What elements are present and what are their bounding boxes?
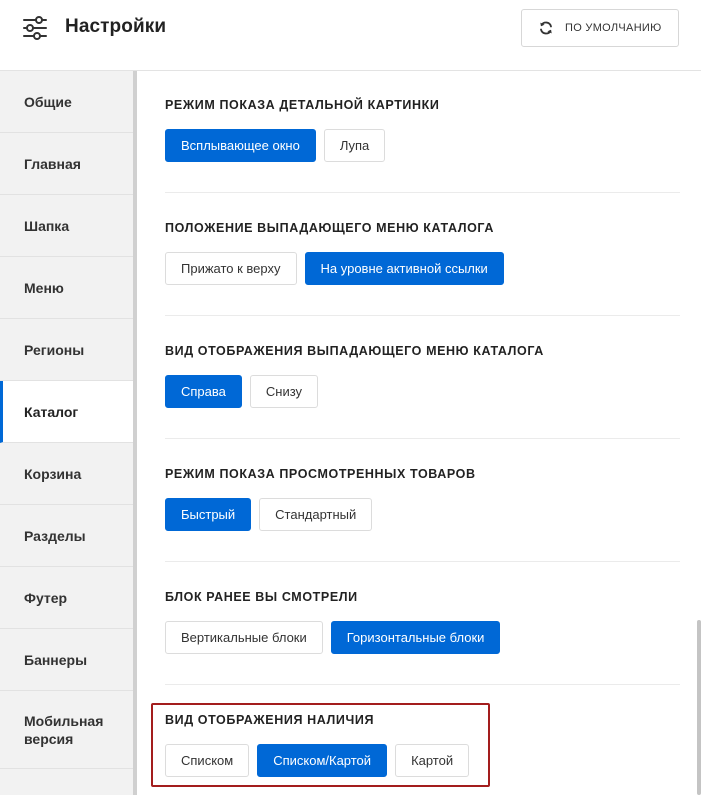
content-scrollbar[interactable] [697, 620, 701, 795]
sliders-icon [22, 15, 48, 41]
option-popup-window[interactable]: Всплывающее окно [165, 129, 316, 162]
setting-detail-image-mode: РЕЖИМ ПОКАЗА ДЕТАЛЬНОЙ КАРТИНКИ Всплываю… [165, 98, 680, 162]
option-magnifier[interactable]: Лупа [323, 129, 386, 162]
sidebar-item-label: Разделы [24, 527, 86, 544]
section-title: ВИД ОТОБРАЖЕНИЯ ВЫПАДАЮЩЕГО МЕНЮ КАТАЛОГ… [165, 344, 544, 358]
option-horizontal-blocks[interactable]: Горизонтальные блоки [330, 621, 501, 654]
settings-content: РЕЖИМ ПОКАЗА ДЕТАЛЬНОЙ КАРТИНКИ Всплываю… [137, 71, 701, 795]
divider [165, 684, 680, 685]
divider [165, 192, 680, 193]
sidebar-item-label: Футер [24, 589, 68, 606]
sidebar-item-label: Главная [24, 155, 81, 172]
sidebar-item-header[interactable]: Шапка [0, 195, 133, 257]
sidebar-item-label: Регионы [24, 341, 85, 358]
sidebar-item-cart[interactable]: Корзина [0, 443, 133, 505]
sidebar-item-banners[interactable]: Баннеры [0, 629, 133, 691]
sidebar-item-sections[interactable]: Разделы [0, 505, 133, 567]
section-title: РЕЖИМ ПОКАЗА ПРОСМОТРЕННЫХ ТОВАРОВ [165, 467, 476, 481]
sidebar-item-label: Меню [24, 279, 64, 296]
section-title: ПОЛОЖЕНИЕ ВЫПАДАЮЩЕГО МЕНЮ КАТАЛОГА [165, 221, 494, 235]
reset-defaults-button[interactable]: ПО УМОЛЧАНИЮ [521, 9, 679, 47]
setting-viewed-products-mode: РЕЖИМ ПОКАЗА ПРОСМОТРЕННЫХ ТОВАРОВ Быстр… [165, 467, 680, 531]
sidebar-item-regions[interactable]: Регионы [0, 319, 133, 381]
sidebar-item-footer[interactable]: Футер [0, 567, 133, 629]
page-title: Настройки [65, 16, 167, 37]
option-fast[interactable]: Быстрый [165, 498, 252, 531]
highlight-frame [151, 703, 490, 787]
sidebar-item-main[interactable]: Главная [0, 133, 133, 195]
sidebar-item-label: Общие [24, 93, 72, 110]
option-bottom[interactable]: Снизу [249, 375, 319, 408]
sidebar-item-catalog[interactable]: Каталог [0, 381, 133, 443]
section-title: РЕЖИМ ПОКАЗА ДЕТАЛЬНОЙ КАРТИНКИ [165, 98, 440, 112]
reset-defaults-label: ПО УМОЛЧАНИЮ [565, 22, 662, 34]
setting-dropdown-position: ПОЛОЖЕНИЕ ВЫПАДАЮЩЕГО МЕНЮ КАТАЛОГА Приж… [165, 221, 680, 285]
sidebar-item-mobile[interactable]: Мобильная версия [0, 691, 133, 769]
section-title: БЛОК РАНЕЕ ВЫ СМОТРЕЛИ [165, 590, 358, 604]
divider [165, 561, 680, 562]
sidebar-item-label: Каталог [24, 403, 79, 420]
setting-dropdown-view: ВИД ОТОБРАЖЕНИЯ ВЫПАДАЮЩЕГО МЕНЮ КАТАЛОГ… [165, 344, 680, 408]
option-standard[interactable]: Стандартный [259, 498, 373, 531]
sidebar-item-label: Мобильная версия [24, 712, 104, 747]
sidebar-item-general[interactable]: Общие [0, 71, 133, 133]
refresh-icon [540, 21, 552, 35]
option-vertical-blocks[interactable]: Вертикальные блоки [165, 621, 323, 654]
divider [165, 438, 680, 439]
sidebar-item-label: Баннеры [24, 651, 88, 668]
option-active-link-level[interactable]: На уровне активной ссылки [304, 252, 504, 285]
sidebar-nav: Общие Главная Шапка Меню Регионы Каталог… [0, 71, 133, 795]
option-right[interactable]: Справа [165, 375, 242, 408]
sidebar-item-label: Корзина [24, 465, 82, 482]
sidebar-item-label: Шапка [24, 217, 70, 234]
sidebar-item-menu[interactable]: Меню [0, 257, 133, 319]
divider [165, 315, 680, 316]
setting-recently-viewed-block: БЛОК РАНЕЕ ВЫ СМОТРЕЛИ Вертикальные блок… [165, 590, 680, 654]
option-pinned-top[interactable]: Прижато к верху [165, 252, 297, 285]
header: Настройки ПО УМОЛЧАНИЮ [0, 0, 701, 71]
